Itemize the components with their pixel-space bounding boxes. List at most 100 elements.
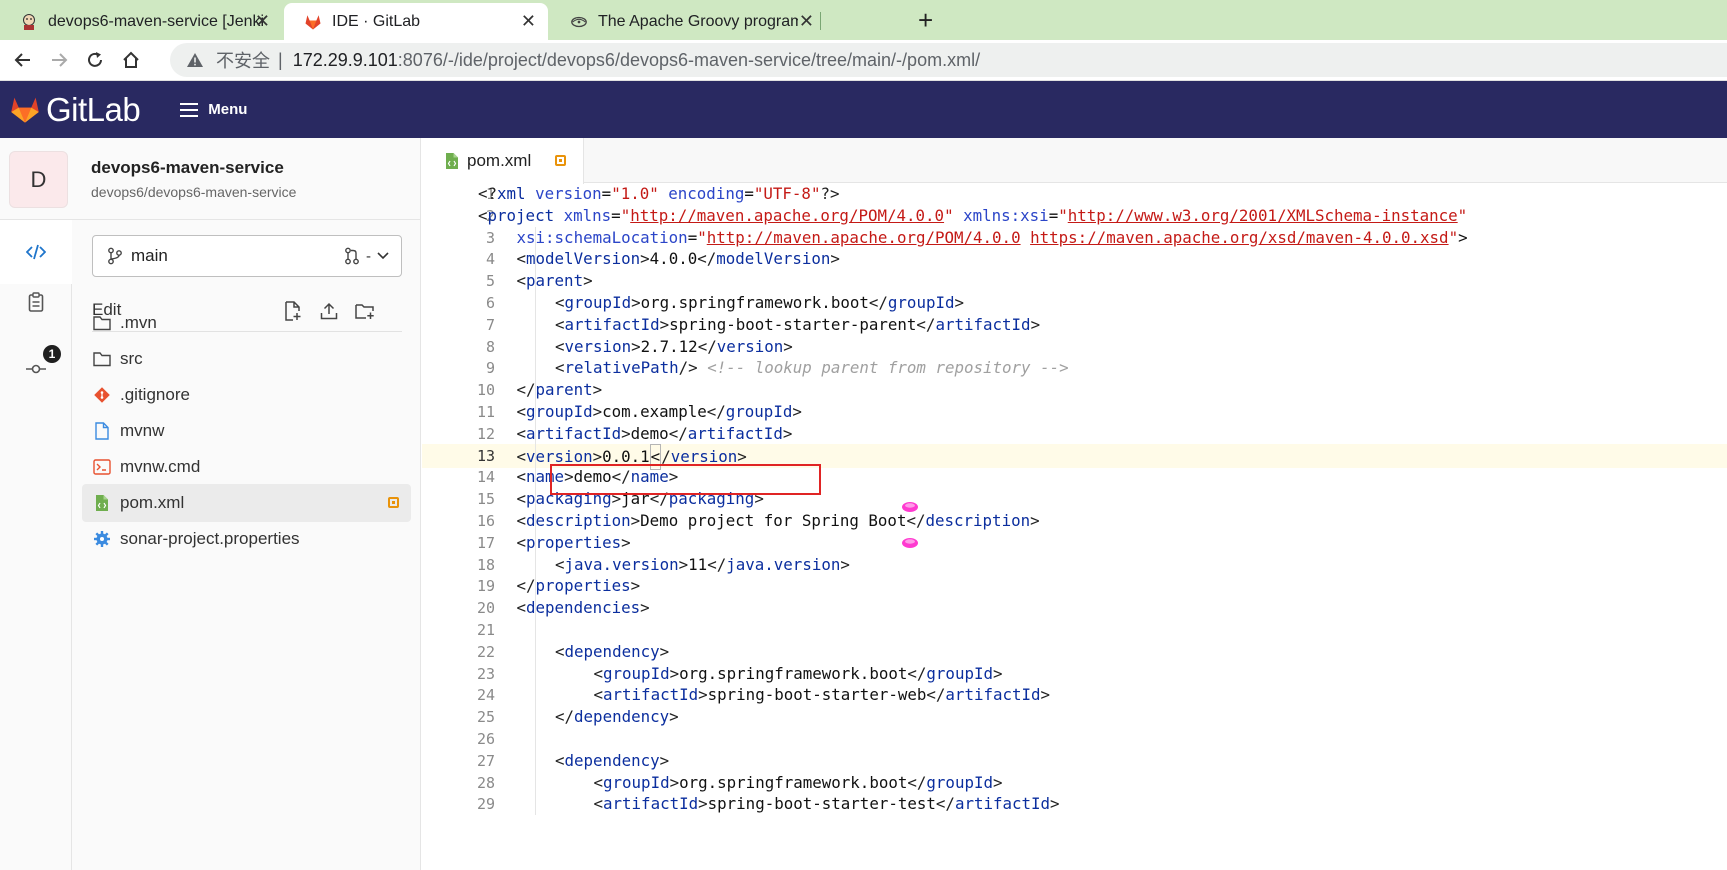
security-status-label: 不安全 xyxy=(216,51,270,71)
line-text: <project xmlns="http://maven.apache.org/… xyxy=(478,205,1468,225)
code-line[interactable]: 29 <artifactId>spring-boot-starter-test</… xyxy=(422,792,1727,816)
editor-tab-title: pom.xml xyxy=(467,151,532,170)
pin-marker-icon xyxy=(902,502,918,512)
line-text: <artifactId>spring-boot-starter-web</art… xyxy=(593,685,1051,705)
branch-selector[interactable]: main - xyxy=(92,235,402,277)
browser-tab-gitlab-ide[interactable]: IDE · GitLab ✕ xyxy=(284,3,548,40)
merge-request-label: - xyxy=(366,247,371,265)
browser-tab-jenkins[interactable]: devops6-maven-service [Jenki ✕ xyxy=(0,3,282,40)
gitlab-home-link[interactable]: GitLab xyxy=(10,90,141,129)
code-line[interactable]: 27 <dependency> xyxy=(422,749,1727,773)
url-path: :8076/-/ide/project/devops6/devops6-mave… xyxy=(397,49,981,70)
editor-tab-pom-xml[interactable]: pom.xml xyxy=(422,138,584,184)
code-line[interactable]: 4 <modelVersion>4.0.0</modelVersion> xyxy=(422,247,1727,271)
gitlab-wordmark: GitLab xyxy=(46,90,141,128)
browser-toolbar: 不安全 | 172.29.9.101 :8076/-/ide/project/d… xyxy=(0,40,1727,81)
code-line[interactable]: 5 <parent> xyxy=(422,269,1727,293)
line-number: 15 xyxy=(476,490,495,509)
home-icon xyxy=(123,51,139,68)
code-line[interactable]: 16 <description>Demo project for Spring B… xyxy=(422,509,1727,533)
commit-icon xyxy=(26,364,46,374)
browser-tab-groovy[interactable]: The Apache Groovy programm ✕ xyxy=(550,3,814,40)
merge-request-selector[interactable]: - xyxy=(344,247,389,265)
code-line[interactable]: 17 <properties> xyxy=(422,531,1727,555)
code-line[interactable]: 11 <groupId>com.example</groupId> xyxy=(422,400,1727,424)
file-tree-item[interactable]: .mvn xyxy=(82,304,411,342)
code-line[interactable]: 3 xsi:schemaLocation="http://maven.apache… xyxy=(422,226,1727,250)
file-tree-item[interactable]: .gitignore xyxy=(82,376,411,414)
xml-file-icon xyxy=(445,152,459,170)
code-line[interactable]: 22 <dependency> xyxy=(422,640,1727,664)
file-tree-item[interactable]: sonar-project.properties xyxy=(82,520,411,558)
code-line[interactable]: 9 <relativePath/> <!-- lookup parent from… xyxy=(422,356,1727,380)
close-tab-icon[interactable]: ✕ xyxy=(521,12,536,30)
line-text: <relativePath/> <!-- lookup parent from … xyxy=(555,358,1069,378)
jenkins-icon xyxy=(20,13,38,31)
code-line[interactable]: 25 </dependency> xyxy=(422,705,1727,729)
code-line[interactable]: 20 <dependencies> xyxy=(422,596,1727,620)
close-tab-icon[interactable]: ✕ xyxy=(255,12,270,30)
code-line[interactable]: 18 <java.version>11</java.version> xyxy=(422,553,1727,577)
line-number: 25 xyxy=(476,708,495,727)
code-line[interactable]: 6 <groupId>org.springframework.boot</grou… xyxy=(422,291,1727,315)
project-avatar[interactable]: D xyxy=(9,151,68,208)
code-line[interactable]: 8 <version>2.7.12</version> xyxy=(422,335,1727,359)
code-line[interactable]: 24 <artifactId>spring-boot-starter-web</a… xyxy=(422,683,1727,707)
file-tree-item[interactable]: mvnw.cmd xyxy=(82,448,411,486)
forward-button[interactable] xyxy=(46,47,72,73)
arrow-right-icon xyxy=(52,53,68,67)
line-number: 17 xyxy=(476,533,495,552)
code-line[interactable]: 23 <groupId>org.springframework.boot</gro… xyxy=(422,662,1727,686)
project-header: D devops6-maven-service devops6/devops6-… xyxy=(0,138,421,220)
code-line[interactable]: 2 <project xmlns="http://maven.apache.org… xyxy=(422,204,1727,228)
file-name: mvnw xyxy=(120,421,165,440)
line-number: 6 xyxy=(485,294,495,312)
new-tab-button[interactable]: + xyxy=(918,6,933,34)
code-line[interactable]: 28 <groupId>org.springframework.boot</gro… xyxy=(422,771,1727,795)
file-tree-item-active[interactable]: pom.xml xyxy=(82,484,411,522)
editor-tabs: pom.xml xyxy=(422,138,1727,184)
code-line[interactable]: 12 <artifactId>demo</artifactId> xyxy=(422,422,1727,446)
address-bar[interactable]: 不安全 | 172.29.9.101 :8076/-/ide/project/d… xyxy=(170,43,1727,77)
code-line[interactable]: 7 <artifactId>spring-boot-starter-parent<… xyxy=(422,313,1727,337)
file-browser-panel: main - Edit .mvn src .gitignore mvnw mvn… xyxy=(72,220,421,870)
main-menu-button[interactable]: Menu xyxy=(180,101,247,118)
line-text: <artifactId>spring-boot-starter-test</ar… xyxy=(593,794,1060,814)
pin-marker-icon xyxy=(902,538,918,548)
code-line[interactable]: 1 <?xml version="1.0" encoding="UTF-8"?> xyxy=(422,182,1727,206)
warning-icon[interactable] xyxy=(186,52,206,68)
commit-mode-button[interactable] xyxy=(0,337,72,401)
code-editor: pom.xml 1 <?xml version="1.0" encoding="U… xyxy=(422,138,1727,870)
file-name: sonar-project.properties xyxy=(120,529,300,548)
git-icon xyxy=(92,387,112,403)
line-text: <artifactId>demo</artifactId> xyxy=(516,423,793,443)
menu-label: Menu xyxy=(208,101,248,118)
home-button[interactable] xyxy=(118,47,144,73)
close-tab-icon[interactable]: ✕ xyxy=(799,12,814,30)
line-text: <?xml version="1.0" encoding="UTF-8"?> xyxy=(478,184,840,203)
code-line[interactable]: 10 </parent> xyxy=(422,378,1727,402)
commit-count-badge: 1 xyxy=(43,345,61,363)
project-path: devops6/devops6-maven-service xyxy=(91,184,297,200)
line-text: <groupId>com.example</groupId> xyxy=(516,402,802,421)
file-tree-item[interactable]: src xyxy=(82,340,411,378)
browser-tab-title: IDE · GitLab xyxy=(332,12,421,30)
line-number: 18 xyxy=(476,555,495,574)
line-text: </dependency> xyxy=(555,707,679,727)
file-name: pom.xml xyxy=(120,493,185,512)
line-number: 12 xyxy=(476,424,495,443)
file-icon xyxy=(92,422,112,440)
project-name[interactable]: devops6-maven-service xyxy=(91,158,284,178)
file-tree-item[interactable]: mvnw xyxy=(82,412,411,450)
back-button[interactable] xyxy=(10,47,36,73)
hamburger-icon xyxy=(180,102,199,117)
code-line[interactable]: 21 xyxy=(422,618,1727,642)
code-line[interactable]: 26 xyxy=(422,727,1727,751)
terminal-file-icon xyxy=(92,459,112,475)
reload-button[interactable] xyxy=(82,47,108,73)
folder-icon xyxy=(92,315,112,331)
review-mode-button[interactable] xyxy=(0,270,72,334)
code-line[interactable]: 19 </properties> xyxy=(422,574,1727,598)
line-number: 3 xyxy=(485,228,495,247)
line-text: <dependencies> xyxy=(516,598,650,618)
